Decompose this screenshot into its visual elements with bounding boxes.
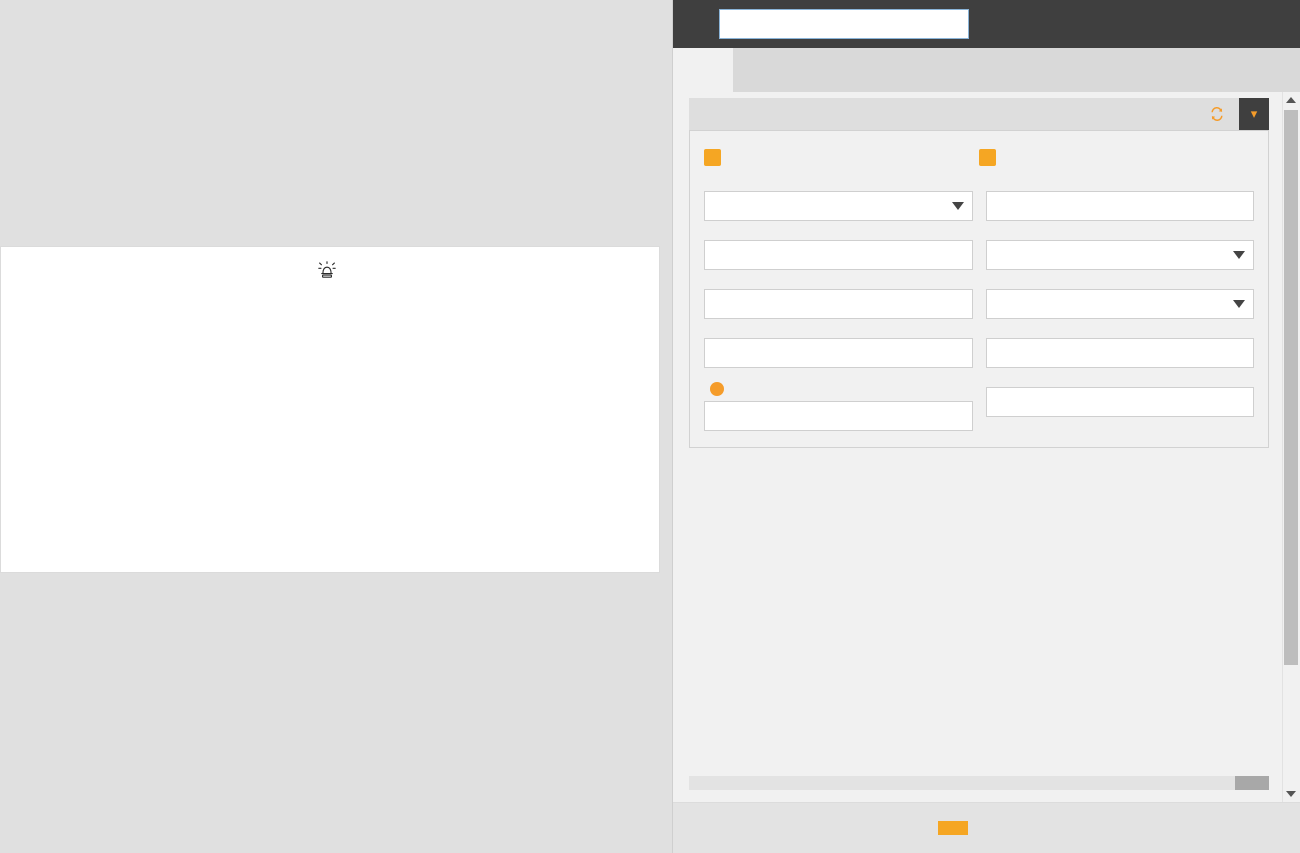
field-title-font-size — [704, 235, 973, 270]
chevron-down-icon — [1233, 300, 1245, 308]
sales-order-chart-widget[interactable] — [1, 247, 659, 572]
widget-title-bar — [1, 247, 659, 291]
vertical-scrollbar-thumb[interactable] — [1284, 110, 1298, 665]
title-font-size-input[interactable] — [704, 240, 973, 270]
row-move-color — [704, 186, 1254, 221]
chevron-up-icon — [1286, 97, 1296, 103]
app-root: ▾ — [0, 0, 1300, 853]
accordion-title-properties-header[interactable]: ▾ — [689, 98, 1269, 130]
panel-header — [673, 0, 1300, 48]
scroll-up-button[interactable] — [1283, 92, 1299, 108]
chevron-down-icon — [1233, 251, 1245, 259]
scroll-down-button[interactable] — [1283, 786, 1299, 802]
dashboard-canvas — [0, 0, 672, 853]
field-title-font-family — [704, 284, 973, 319]
show-toggles-row — [704, 149, 1254, 166]
title-move-to-select[interactable] — [704, 191, 973, 221]
title-color-input[interactable] — [985, 191, 1254, 221]
title-font-style-select[interactable] — [985, 240, 1254, 270]
field-title-background-color — [704, 333, 973, 368]
vertical-scrollbar[interactable] — [1282, 92, 1298, 802]
widget-chart-area — [1, 291, 659, 572]
title-properties-body — [689, 130, 1269, 448]
panel-scroll-area[interactable]: ▾ — [673, 92, 1300, 802]
siren-on-icon — [317, 261, 337, 279]
icon-class-label — [704, 382, 973, 396]
widget-name-input[interactable] — [719, 9, 969, 39]
widget-properties-panel: ▾ — [672, 0, 1300, 853]
show-title-group — [704, 149, 979, 166]
field-icon-color — [985, 382, 1254, 431]
title-font-weight-select[interactable] — [985, 289, 1254, 319]
icon-class-input[interactable] — [704, 401, 973, 431]
horizontal-scrollbar-thumb[interactable] — [1235, 776, 1269, 790]
row-iconclass-iconcolor — [704, 382, 1254, 431]
chevron-down-icon — [951, 202, 964, 210]
refresh-icon[interactable] — [1209, 106, 1225, 122]
field-icon-class — [704, 382, 973, 431]
save-and-exit-button[interactable] — [938, 821, 968, 835]
panel-header-icons — [1258, 0, 1284, 48]
field-title-color — [985, 186, 1254, 221]
icon-color-input[interactable] — [985, 387, 1254, 417]
show-icon-group — [979, 149, 1254, 166]
field-title-move-to — [704, 186, 973, 221]
tab-filler — [733, 54, 1300, 92]
row-family-weight — [704, 284, 1254, 319]
chevron-down-icon — [1286, 791, 1296, 797]
show-title-checkbox[interactable] — [704, 149, 721, 166]
field-padding — [985, 333, 1254, 368]
title-font-family-input[interactable] — [704, 289, 973, 319]
title-background-color-input[interactable] — [704, 338, 973, 368]
accordion-title-properties-toggle[interactable]: ▾ — [1239, 98, 1269, 130]
panel-footer — [673, 802, 1300, 853]
field-title-font-weight — [985, 284, 1254, 319]
row-bgcolor-padding — [704, 333, 1254, 368]
tab-bar — [673, 48, 1300, 92]
accordion-list: ▾ — [689, 98, 1269, 448]
field-title-font-style — [985, 235, 1254, 270]
show-icon-checkbox[interactable] — [979, 149, 996, 166]
tab-general[interactable] — [673, 48, 733, 92]
horizontal-scrollbar[interactable] — [689, 776, 1269, 790]
row-size-style — [704, 235, 1254, 270]
info-icon[interactable] — [710, 382, 724, 396]
padding-input[interactable] — [985, 338, 1254, 368]
pie-chart[interactable] — [1, 291, 659, 572]
